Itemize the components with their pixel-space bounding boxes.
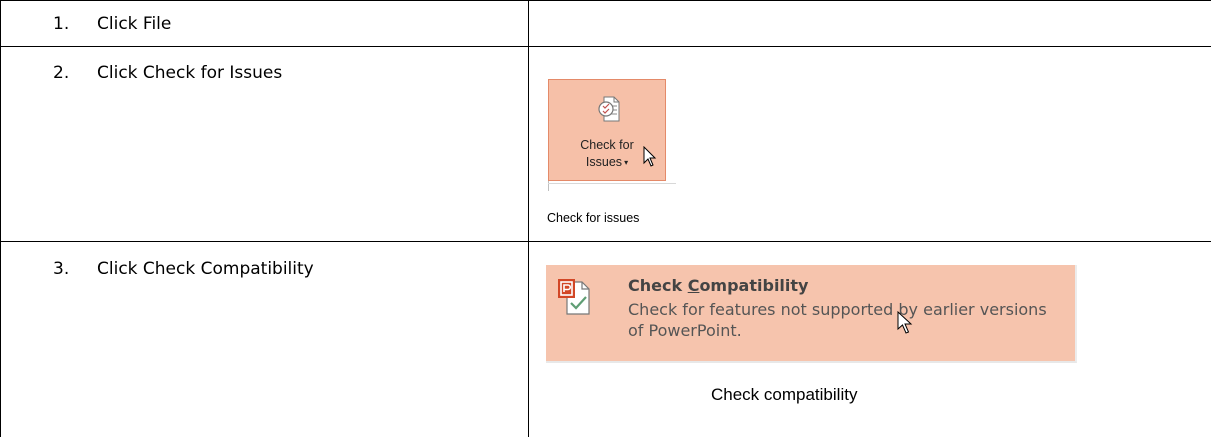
check-for-issues-button[interactable]: Check for Issues ▾ [548, 79, 666, 181]
check-compatibility-caption: Check compatibility [711, 385, 858, 404]
step-number: 2. [53, 63, 70, 83]
check-for-issues-caption: Check for issues [547, 211, 640, 225]
step-number: 3. [53, 259, 70, 279]
step-2-text: 2. Click Check for Issues [53, 63, 282, 83]
document-check-icon [598, 96, 620, 122]
menu-item-title: Check Compatibility [628, 276, 808, 295]
step-instruction: Click File [97, 14, 172, 34]
menu-item-description: Check for features not supported by earl… [628, 300, 1047, 340]
column-divider [528, 242, 529, 437]
title-rest: ompatibility [699, 276, 809, 295]
step-3-text: 3. Click Check Compatibility [53, 259, 314, 279]
title-access-key: C [687, 276, 700, 295]
step-instruction: Click Check for Issues [97, 63, 283, 83]
powerpoint-compatibility-icon [558, 279, 590, 315]
mouse-cursor-icon [643, 146, 657, 167]
column-divider [528, 1, 529, 47]
step-instruction: Click Check Compatibility [97, 259, 314, 279]
mouse-cursor-icon [897, 311, 913, 334]
button-label-text: Issues [585, 155, 623, 169]
ribbon-edge [548, 183, 676, 184]
step-row-1: 1. Click File [0, 0, 1211, 47]
column-divider [528, 47, 529, 242]
check-compatibility-menu-item[interactable]: Check Compatibility Check for features n… [546, 265, 1077, 363]
step-number: 1. [53, 14, 70, 34]
step-1-text: 1. Click File [53, 14, 171, 34]
chevron-down-icon: ▾ [624, 158, 629, 168]
title-prefix: Check [628, 276, 688, 295]
